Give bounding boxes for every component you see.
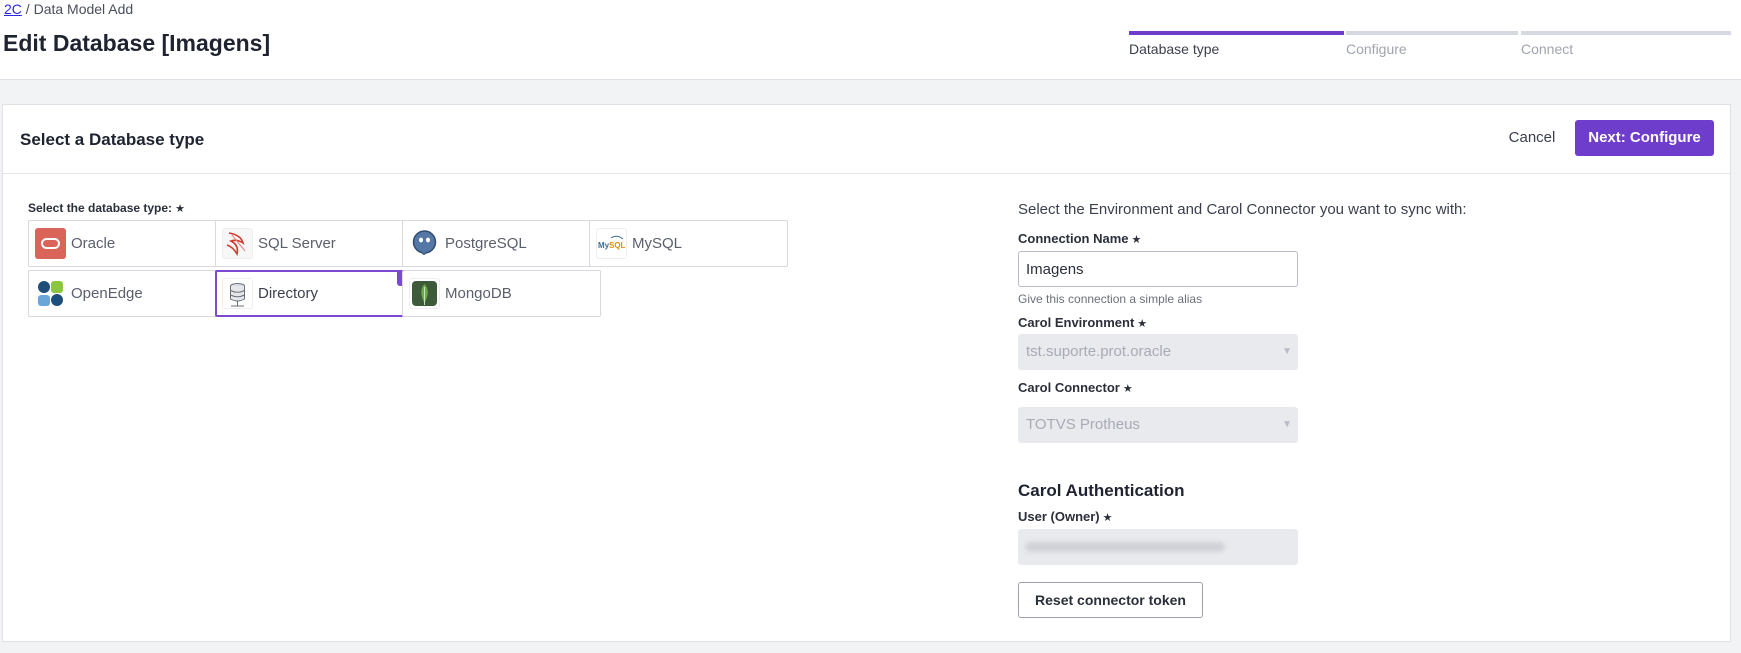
user-owner-field [1018,529,1298,565]
page-header: 2C / Data Model Add Edit Database [Image… [0,0,1741,80]
card-header: Select a Database type Cancel Next: Conf… [3,105,1730,174]
db-option-sql-server[interactable]: SQL Server [215,220,414,267]
step-label: Database type [1129,41,1220,57]
carol-connector-value: TOTVS Protheus [1026,416,1140,433]
step-progress-bar [1521,31,1731,35]
breadcrumb-separator: / [21,1,34,17]
step-label: Configure [1346,41,1407,57]
step-connect[interactable]: Connect [1521,31,1731,61]
database-type-label-text: Select the database type: [28,201,173,215]
chevron-down-icon: ▼ [1282,346,1292,357]
step-database-type[interactable]: Database type [1129,31,1344,61]
page-title: Edit Database [Imagens] [3,30,271,56]
carol-environment-value: tst.suporte.prot.oracle [1026,343,1172,360]
svg-text:My: My [598,241,610,250]
database-type-label: Select the database type: ★ [28,201,185,215]
user-owner-label-text: User (Owner) [1018,509,1100,524]
db-option-name: SQL Server [258,235,336,252]
wizard-steps: Database type Configure Connect [1129,31,1731,61]
db-option-name: Oracle [71,235,116,252]
carol-environment-select[interactable]: tst.suporte.prot.oracle ▼ [1018,334,1298,370]
required-star-icon: ★ [175,203,185,215]
breadcrumb-link-2c[interactable]: 2C [4,1,22,17]
db-option-mysql[interactable]: My SQL MySQL [589,220,788,267]
step-label: Connect [1521,41,1574,57]
environment-intro-text: Select the Environment and Carol Connect… [1018,201,1467,218]
database-type-card: Select a Database type Cancel Next: Conf… [2,104,1731,642]
reset-connector-token-button[interactable]: Reset connector token [1018,582,1203,618]
mysql-icon: My SQL [596,228,627,259]
mongodb-icon [409,278,440,309]
postgresql-icon [409,228,440,259]
db-option-name: MySQL [632,235,683,252]
connection-name-label-text: Connection Name [1018,231,1129,246]
openedge-icon [35,278,66,309]
carol-connector-select[interactable]: TOTVS Protheus ▼ [1018,407,1298,443]
db-option-oracle[interactable]: Oracle [28,220,227,267]
svg-text:SQL: SQL [609,241,626,250]
breadcrumb-current: Data Model Add [33,1,134,17]
redacted-value [1025,542,1225,552]
db-option-name: Directory [258,285,319,302]
user-owner-label: User (Owner) ★ [1018,509,1113,524]
next-configure-button[interactable]: Next: Configure [1575,120,1714,156]
connection-name-hint: Give this connection a simple alias [1018,292,1203,306]
directory-icon [222,278,253,309]
db-option-name: PostgreSQL [445,235,527,252]
required-star-icon: ★ [1131,234,1142,246]
carol-connector-label: Carol Connector ★ [1018,380,1133,395]
card-title: Select a Database type [20,130,205,149]
step-configure[interactable]: Configure [1346,31,1518,61]
carol-connector-label-text: Carol Connector [1018,380,1120,395]
database-type-grid: Oracle SQL Server PostgreSQL My SQL MySQL [28,220,858,330]
required-star-icon: ★ [1102,512,1113,524]
required-star-icon: ★ [1137,318,1148,330]
breadcrumb: 2C / Data Model Add [4,1,133,17]
carol-environment-label-text: Carol Environment [1018,315,1135,330]
connection-name-input[interactable] [1018,251,1298,287]
required-star-icon: ★ [1122,383,1133,395]
db-option-postgresql[interactable]: PostgreSQL [402,220,601,267]
db-option-directory[interactable]: Directory ✓ [215,270,414,317]
step-progress-bar [1346,31,1518,35]
oracle-icon [35,228,66,259]
cancel-button[interactable]: Cancel [1502,120,1562,156]
db-option-name: OpenEdge [71,285,143,302]
carol-environment-label: Carol Environment ★ [1018,315,1147,330]
chevron-down-icon: ▼ [1282,419,1292,430]
db-option-name: MongoDB [445,285,512,302]
step-progress-bar [1129,31,1344,35]
connection-name-label: Connection Name ★ [1018,231,1141,246]
db-option-mongodb[interactable]: MongoDB [402,270,601,317]
db-option-openedge[interactable]: OpenEdge [28,270,227,317]
sql-server-icon [222,228,253,259]
carol-authentication-title: Carol Authentication [1018,481,1185,500]
